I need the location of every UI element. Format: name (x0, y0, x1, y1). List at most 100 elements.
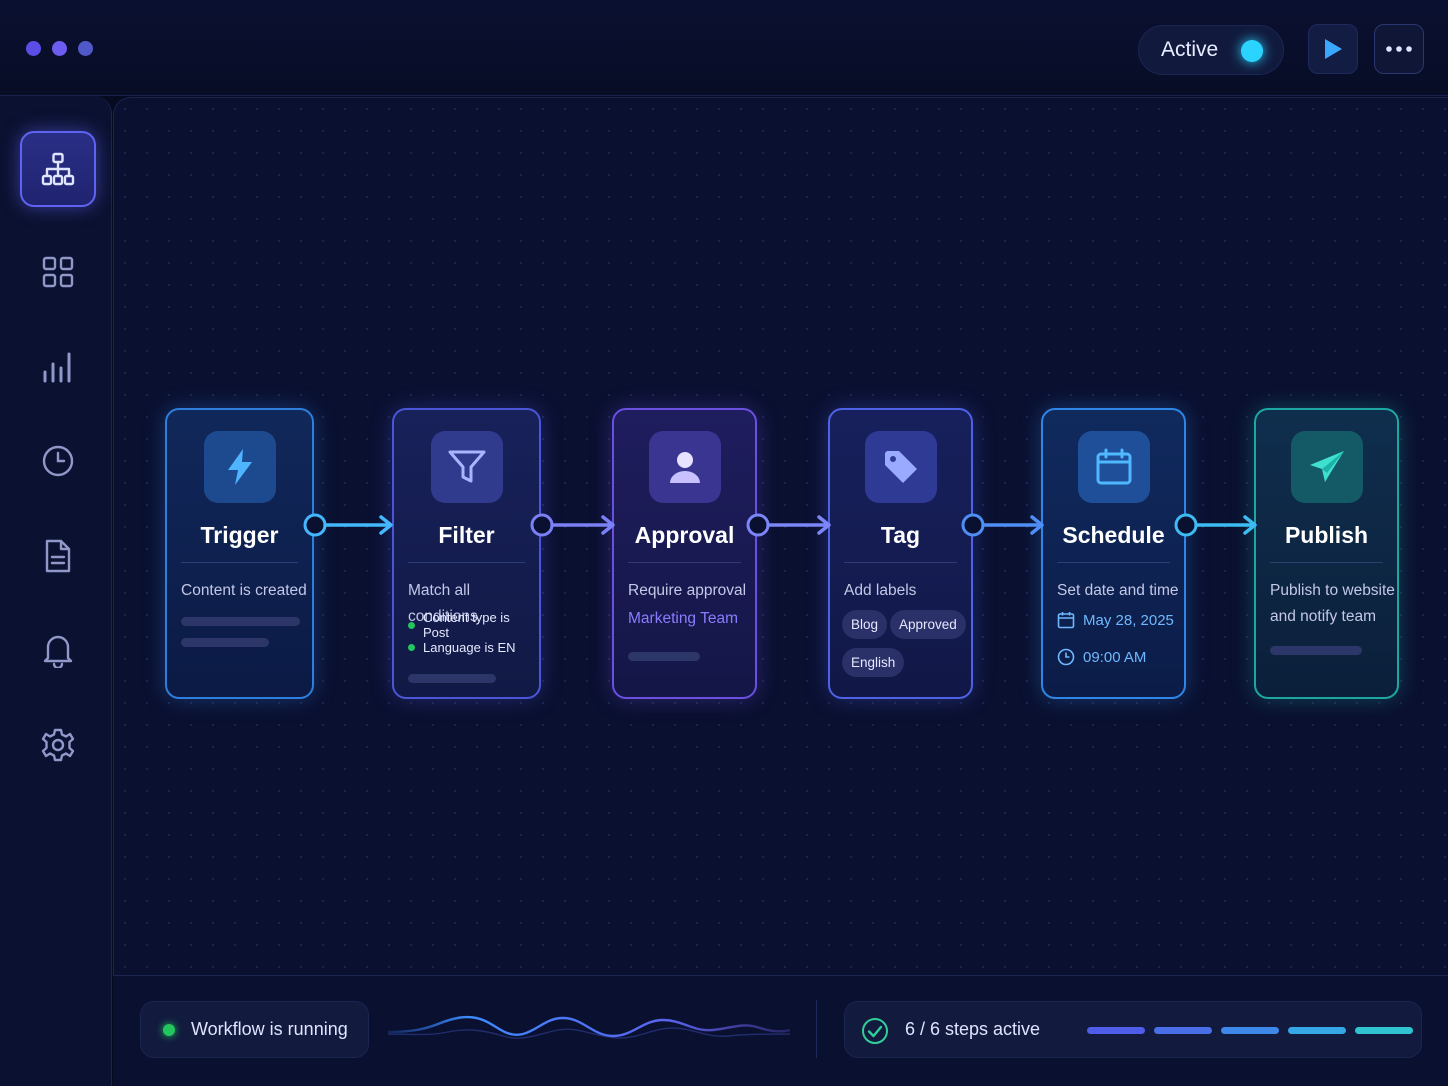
tag-icon-box (864, 431, 937, 503)
connector-arrow[interactable] (530, 512, 618, 538)
steps-progress: 6 / 6 steps active (844, 1001, 1422, 1058)
approval-icon-box (648, 431, 721, 503)
active-label: Active (1161, 38, 1219, 61)
check-circle-icon (862, 1018, 888, 1044)
condition-dot (408, 644, 415, 651)
step-card-filter[interactable]: Filter Match all conditions Content type… (392, 408, 541, 699)
clock-icon (42, 445, 74, 477)
gear-icon (41, 728, 75, 762)
active-toggle[interactable]: Active (1138, 25, 1284, 75)
placeholder-bar (1270, 646, 1362, 655)
publish-icon-box (1290, 431, 1363, 503)
step-progress-segment (1154, 1027, 1212, 1034)
connector-arrow[interactable] (302, 512, 396, 538)
filter-condition: Content type is Post (408, 610, 539, 640)
tag-chip[interactable]: Approved (890, 610, 966, 639)
more-horizontal-icon (1386, 46, 1412, 52)
step-description: Publish to website and notify team (1270, 578, 1395, 630)
activity-waveform (388, 1015, 790, 1039)
step-progress-segment (1288, 1027, 1346, 1034)
window-dot-1[interactable] (26, 41, 41, 56)
placeholder-bar (408, 674, 496, 683)
window-dot-2[interactable] (52, 41, 67, 56)
placeholder-bar (181, 638, 269, 647)
steps-active-text: 6 / 6 steps active (905, 1019, 1041, 1039)
tag-chip[interactable]: English (842, 648, 905, 677)
step-description: Content is created (181, 582, 307, 599)
step-card-trigger[interactable]: Trigger Content is created (165, 408, 314, 699)
sidebar-item-notifications[interactable] (20, 612, 96, 688)
step-title: Filter (438, 522, 495, 548)
tag-icon (884, 451, 917, 483)
step-divider (408, 562, 525, 563)
sidebar-item-settings[interactable] (20, 707, 96, 783)
schedule-time-text: 09:00 AM (1083, 648, 1147, 666)
bar-chart-icon (43, 352, 71, 383)
condition-dot (408, 621, 415, 629)
placeholder-bar (628, 652, 700, 661)
step-title: Publish (1284, 522, 1369, 548)
step-card-schedule[interactable]: Schedule Set date and time May 28, 2025 … (1041, 408, 1186, 699)
step-card-tag[interactable]: Tag Add labels Blog Approved English (828, 408, 973, 699)
trigger-icon-box (203, 431, 276, 503)
step-divider (844, 562, 957, 563)
running-indicator-dot (163, 1023, 175, 1036)
step-divider (628, 562, 741, 563)
placeholder-bar (181, 617, 300, 626)
step-divider (1057, 562, 1170, 563)
step-description-line: and notify team (1270, 608, 1376, 625)
top-bar: Active (0, 0, 1448, 96)
connector-arrow[interactable] (1174, 512, 1260, 538)
grid-icon (42, 256, 74, 288)
step-description: Set date and time (1057, 582, 1179, 599)
tag-chip[interactable]: Blog (842, 610, 888, 639)
step-description: Require approval (628, 582, 747, 599)
step-progress-segment (1221, 1027, 1279, 1034)
sidebar-item-workflows[interactable] (20, 131, 96, 207)
schedule-icon-box (1077, 431, 1150, 503)
connector-arrow[interactable] (961, 512, 1047, 538)
step-description-line: Publish to website (1270, 582, 1395, 599)
connector-arrow[interactable] (746, 512, 834, 538)
step-title: Approval (634, 522, 735, 548)
step-progress-segment (1355, 1027, 1413, 1034)
step-divider (1270, 562, 1383, 563)
condition-text: Content type is Post (422, 610, 510, 640)
document-icon (45, 539, 71, 573)
calendar-icon (1096, 448, 1131, 485)
user-icon (669, 452, 700, 483)
step-title: Trigger (200, 522, 279, 548)
filter-condition: Language is EN (408, 640, 516, 655)
workflow-icon (41, 152, 75, 186)
window-controls (26, 41, 93, 56)
step-title: Schedule (1062, 522, 1165, 548)
filter-icon-box (430, 431, 503, 503)
sidebar-item-documents[interactable] (20, 518, 96, 594)
approval-assignee[interactable]: Marketing Team (628, 610, 738, 628)
step-divider (181, 562, 298, 563)
play-icon (1325, 39, 1342, 59)
step-progress-segment (1087, 1027, 1145, 1034)
sidebar (0, 96, 112, 1086)
schedule-time[interactable]: 09:00 AM (1057, 648, 1146, 666)
run-button[interactable] (1308, 24, 1358, 74)
step-description: Add labels (844, 582, 917, 599)
calendar-small-icon (1057, 612, 1075, 629)
sidebar-item-analytics[interactable] (20, 329, 96, 405)
filter-icon (448, 450, 485, 483)
footer-divider (816, 1000, 817, 1058)
window-dot-3[interactable] (78, 41, 93, 56)
bell-icon (43, 635, 73, 668)
sidebar-item-history[interactable] (20, 423, 96, 499)
schedule-date[interactable]: May 28, 2025 (1057, 611, 1174, 629)
step-title: Tag (880, 522, 921, 548)
condition-text: Language is EN (423, 640, 516, 655)
step-card-approval[interactable]: Approval Require approval Marketing Team (612, 408, 757, 699)
running-status-text: Workflow is running (191, 1019, 348, 1039)
workflow-running-status: Workflow is running (140, 1001, 369, 1058)
step-card-publish[interactable]: Publish Publish to website and notify te… (1254, 408, 1399, 699)
toggle-knob (1241, 40, 1263, 62)
lightning-icon (227, 449, 252, 485)
more-options-button[interactable] (1374, 24, 1424, 74)
sidebar-item-dashboard[interactable] (20, 234, 96, 310)
